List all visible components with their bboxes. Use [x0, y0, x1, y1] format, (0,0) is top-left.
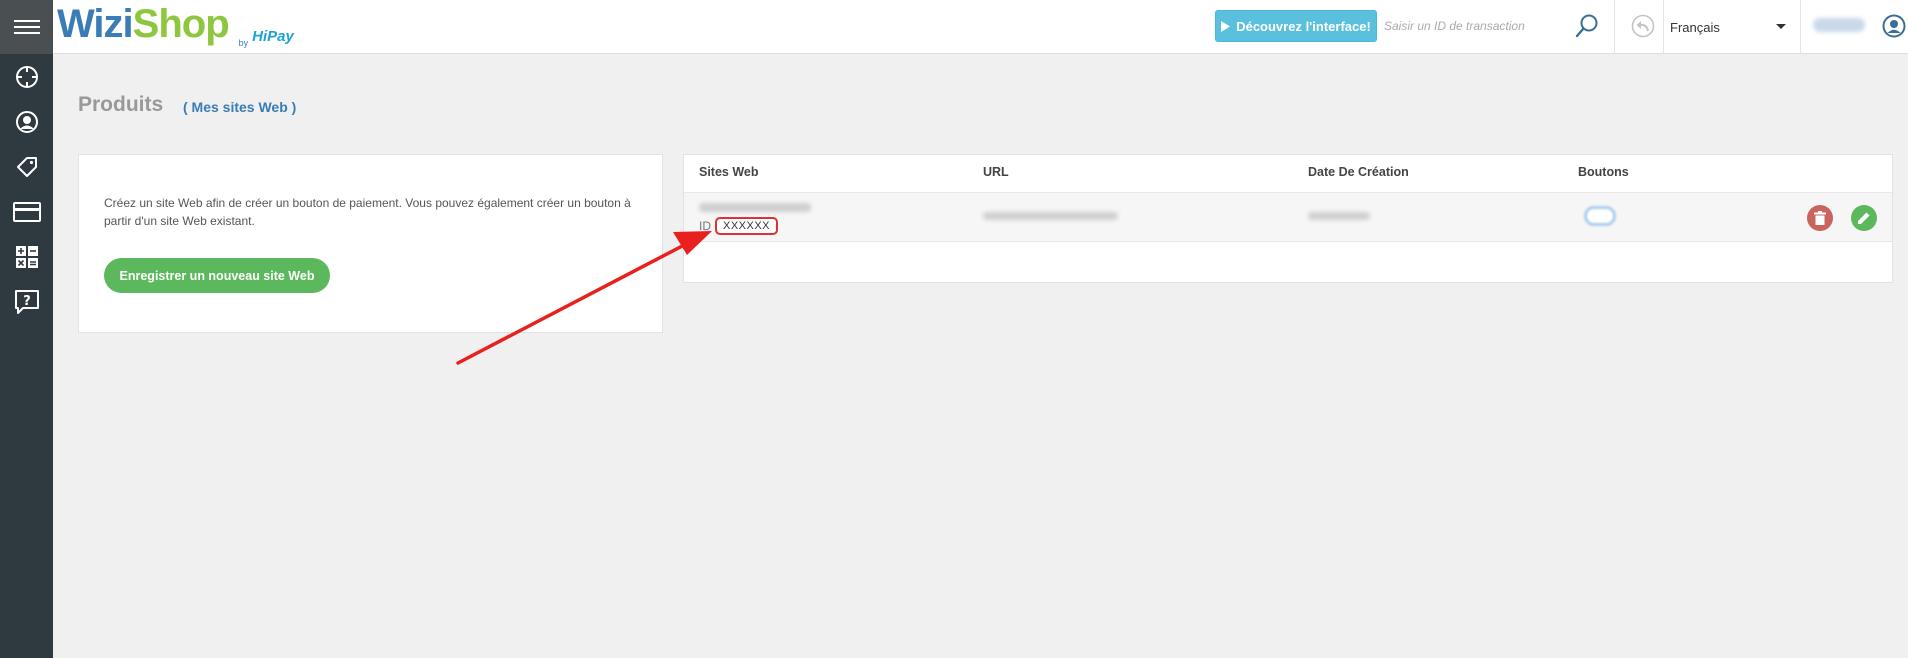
sidebar: ?: [0, 0, 53, 658]
menu-icon: [13, 20, 40, 34]
sidebar-item-dashboard[interactable]: [0, 54, 53, 99]
table-row[interactable]: ID XXXXXX: [684, 192, 1892, 242]
sidebar-item-calculator[interactable]: [0, 234, 53, 279]
trash-icon: [1814, 211, 1826, 225]
page-title: Produits: [78, 93, 164, 116]
language-value: Français: [1670, 19, 1720, 35]
my-websites-link[interactable]: ( Mes sites Web ): [183, 99, 296, 115]
tag-icon: [16, 156, 37, 177]
top-bar: Wizi Shop by HiPay Découvrez l'interface…: [53, 0, 1908, 54]
calculator-icon: [15, 245, 38, 268]
search-icon[interactable]: [1575, 13, 1599, 39]
user-account-icon[interactable]: [1882, 14, 1906, 38]
register-new-website-button[interactable]: Enregistrer un nouveau site Web: [104, 258, 330, 293]
separator: [1663, 0, 1664, 54]
creation-date-blurred: [1308, 212, 1370, 220]
logo-hipay-text: HiPay: [252, 28, 294, 45]
pencil-icon: [1858, 212, 1870, 224]
info-text: Créez un site Web afin de créer un bouto…: [104, 196, 631, 228]
wizishop-logo[interactable]: Wizi Shop by HiPay: [57, 0, 294, 54]
delete-button[interactable]: [1807, 205, 1833, 231]
username-blurred: [1813, 18, 1865, 32]
edit-button[interactable]: [1851, 205, 1877, 231]
svg-text:?: ?: [23, 294, 31, 309]
buttons-toggle[interactable]: [1584, 206, 1616, 226]
separator: [1800, 0, 1801, 54]
back-icon[interactable]: [1631, 14, 1655, 38]
website-name-blurred: [699, 203, 811, 212]
menu-toggle-button[interactable]: [0, 0, 53, 54]
logo-by-text: by: [238, 38, 249, 48]
websites-table: Sites Web URL Date De Création Boutons I…: [683, 154, 1893, 283]
column-header-buttons[interactable]: Boutons: [1578, 165, 1629, 179]
id-label: ID: [699, 219, 711, 233]
column-header-websites[interactable]: Sites Web: [699, 165, 759, 179]
sidebar-item-payments[interactable]: [0, 189, 53, 234]
logo-wizi-text: Wizi: [57, 2, 134, 46]
column-header-url[interactable]: URL: [983, 165, 1009, 179]
discover-interface-button[interactable]: Découvrez l'interface!: [1215, 10, 1377, 42]
user-icon: [15, 110, 38, 133]
id-value: XXXXXX: [715, 217, 779, 235]
sidebar-item-account[interactable]: [0, 99, 53, 144]
discover-interface-label: Découvrez l'interface!: [1236, 18, 1371, 34]
sidebar-item-help[interactable]: ?: [0, 279, 53, 324]
help-icon: ?: [14, 289, 39, 314]
play-icon: [1221, 20, 1231, 32]
sidebar-item-products[interactable]: [0, 144, 53, 189]
column-header-creation-date[interactable]: Date De Création: [1308, 165, 1409, 179]
logo-shop-text: Shop: [132, 2, 230, 46]
info-card: Créez un site Web afin de créer un bouto…: [78, 154, 663, 333]
separator: [1614, 0, 1615, 54]
language-select[interactable]: Français: [1670, 0, 1800, 54]
chevron-down-icon: [1776, 24, 1786, 29]
transaction-search-input[interactable]: [1380, 14, 1570, 38]
card-icon: [12, 201, 41, 222]
url-blurred: [983, 212, 1118, 220]
dashboard-icon: [15, 65, 38, 88]
website-id: ID XXXXXX: [699, 217, 779, 235]
